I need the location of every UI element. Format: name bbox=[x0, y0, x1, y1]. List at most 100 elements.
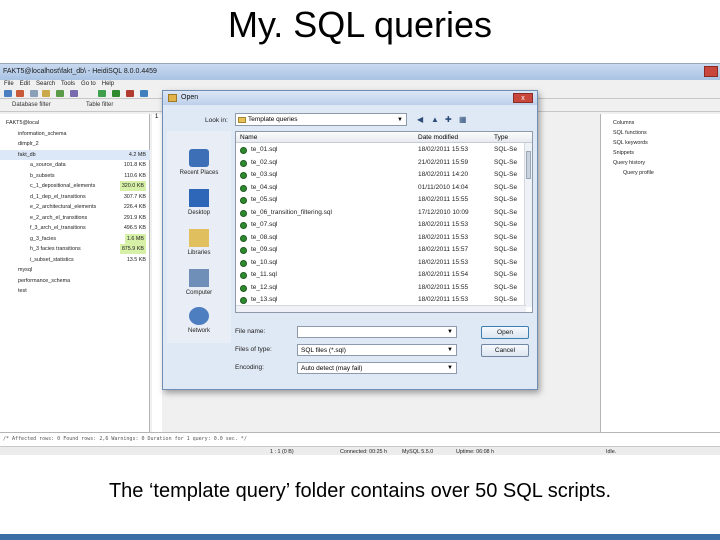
place-network[interactable]: Network bbox=[167, 307, 231, 334]
place-libraries[interactable]: Libraries bbox=[167, 229, 231, 256]
encoding-select[interactable]: Auto detect (may fail) ▼ bbox=[297, 362, 457, 374]
user-manager-icon[interactable] bbox=[70, 90, 78, 97]
column-name[interactable]: Name bbox=[240, 132, 257, 143]
tree-item[interactable]: e_2_arch_el_transitions 291.9 KB bbox=[0, 213, 150, 223]
window-close-icon[interactable] bbox=[704, 66, 718, 77]
tree-item[interactable]: FAKT5@local bbox=[0, 118, 150, 128]
disconnect-icon[interactable] bbox=[16, 90, 24, 97]
menu-item[interactable]: Tools bbox=[61, 81, 75, 87]
file-row[interactable]: te_05.sql 18/02/2011 15:55 SQL-Se bbox=[236, 194, 532, 207]
refresh-icon[interactable] bbox=[98, 90, 106, 97]
file-row[interactable]: te_08.sql 18/02/2011 15:53 SQL-Se bbox=[236, 232, 532, 245]
file-row[interactable]: te_03.sql 18/02/2011 14:20 SQL-Se bbox=[236, 169, 532, 182]
sql-file-icon bbox=[240, 184, 247, 192]
place-recent-places[interactable]: Recent Places bbox=[167, 149, 231, 176]
file-date: 18/02/2011 15:55 bbox=[418, 283, 469, 291]
menu-item[interactable]: Edit bbox=[20, 81, 30, 87]
tree-item[interactable]: b_subsets 110.6 KB bbox=[0, 171, 150, 181]
dialog-close-button[interactable]: x bbox=[513, 93, 533, 103]
table-filter-input[interactable]: Table filter bbox=[86, 102, 113, 108]
file-row[interactable]: te_01.sql 18/02/2011 15:53 SQL-Se bbox=[236, 144, 532, 157]
file-row[interactable]: te_10.sql 18/02/2011 15:53 SQL-Se bbox=[236, 257, 532, 270]
place-label: Recent Places bbox=[179, 170, 219, 176]
tree-item[interactable]: h_3 facies transitions 875.9 KB bbox=[0, 244, 150, 254]
menu-item[interactable]: File bbox=[4, 81, 14, 87]
tree-item[interactable]: dimplr_2 bbox=[0, 139, 150, 149]
file-row[interactable]: te_11.sql 18/02/2011 15:54 SQL-Se bbox=[236, 269, 532, 282]
run-query-icon[interactable] bbox=[112, 90, 120, 97]
view-menu-icon[interactable]: ▦ bbox=[459, 115, 467, 124]
tree-item[interactable]: d_1_dep_el_transitions 307.7 KB bbox=[0, 192, 150, 202]
column-date-modified[interactable]: Date modified bbox=[418, 132, 458, 143]
place-label: Libraries bbox=[187, 250, 211, 256]
file-name: te_10.sql bbox=[251, 258, 278, 266]
tree-item[interactable]: test bbox=[0, 286, 150, 296]
tree-item[interactable]: performance_schema bbox=[0, 276, 150, 286]
scroll-thumb[interactable] bbox=[526, 151, 531, 179]
file-row[interactable]: te_04.sql 01/11/2010 14:04 SQL-Se bbox=[236, 182, 532, 195]
look-in-select[interactable]: Template queries ▼ bbox=[235, 113, 407, 126]
tree-item[interactable]: f_3_arch_el_transitions 496.5 KB bbox=[0, 223, 150, 233]
file-type: SQL-Se bbox=[494, 183, 518, 191]
file-name: te_07.sql bbox=[251, 221, 278, 228]
menu-item[interactable]: Search bbox=[36, 81, 55, 87]
stop-icon[interactable] bbox=[126, 90, 134, 97]
menu-item[interactable]: Go to bbox=[81, 81, 96, 87]
up-folder-icon[interactable]: ▲ bbox=[431, 115, 439, 124]
help-icon[interactable] bbox=[140, 90, 148, 97]
place-computer[interactable]: Computer bbox=[167, 269, 231, 296]
file-row[interactable]: te_06_transition_filtering.sql 17/12/2010… bbox=[236, 207, 532, 220]
chevron-down-icon: ▼ bbox=[447, 329, 453, 335]
tree-item-size: 1.6 MB bbox=[124, 233, 146, 244]
vertical-scrollbar[interactable] bbox=[524, 143, 532, 307]
menu-item[interactable]: Help bbox=[102, 81, 114, 87]
new-folder-icon[interactable]: ✚ bbox=[445, 115, 452, 124]
file-row[interactable]: te_09.sql 18/02/2011 15:57 SQL-Se bbox=[236, 244, 532, 257]
helper-item[interactable]: Query profile bbox=[601, 168, 720, 178]
tree-item[interactable]: information_schema bbox=[0, 129, 150, 139]
file-type-select[interactable]: SQL files (*.sql) ▼ bbox=[297, 344, 457, 356]
sql-file-icon bbox=[240, 209, 247, 217]
open-button[interactable]: Open bbox=[481, 326, 529, 339]
encoding-value: Auto detect (may fail) bbox=[301, 365, 363, 372]
paste-icon[interactable] bbox=[42, 90, 50, 97]
file-name: te_05.sql bbox=[251, 196, 278, 203]
horizontal-scrollbar[interactable] bbox=[236, 305, 526, 312]
helper-item[interactable]: Query history bbox=[601, 158, 720, 168]
helper-item[interactable]: SQL keywords bbox=[601, 138, 720, 148]
tree-item[interactable]: fakt_db 4.2 MB bbox=[0, 149, 150, 160]
tree-item[interactable]: c_1_depositional_elements 320.0 KB bbox=[0, 181, 150, 191]
helper-item[interactable]: Columns bbox=[601, 118, 720, 128]
cancel-button[interactable]: Cancel bbox=[481, 344, 529, 357]
place-desktop[interactable]: Desktop bbox=[167, 189, 231, 216]
sql-file-icon bbox=[240, 159, 247, 167]
file-name-input[interactable]: ▼ bbox=[297, 326, 457, 338]
back-icon[interactable]: ◀ bbox=[417, 115, 423, 124]
query-editor[interactable]: 1 bbox=[152, 114, 162, 432]
file-date: 18/02/2011 15:53 bbox=[418, 258, 469, 266]
export-icon[interactable] bbox=[56, 90, 64, 97]
file-date: 17/12/2010 10:09 bbox=[418, 208, 469, 216]
file-row[interactable]: te_07.sql 18/02/2011 15:53 SQL-Se bbox=[236, 219, 532, 232]
helper-item[interactable]: SQL functions bbox=[601, 128, 720, 138]
tree-item[interactable]: mysql bbox=[0, 265, 150, 275]
tree-item-size: 13.5 KB bbox=[126, 256, 146, 263]
status-server: MySQL 5.5.0 bbox=[402, 449, 434, 455]
column-type[interactable]: Type bbox=[494, 132, 508, 143]
tree-item[interactable]: a_source_data 101.8 KB bbox=[0, 160, 150, 170]
tree-item-label: information_schema bbox=[18, 130, 67, 137]
file-row[interactable]: te_02.sql 21/02/2011 15:59 SQL-Se bbox=[236, 157, 532, 170]
tree-item-label: b_subsets bbox=[30, 172, 55, 179]
connect-icon[interactable] bbox=[4, 90, 12, 97]
tree-item[interactable]: e_2_architectural_elements 226.4 KB bbox=[0, 202, 150, 212]
file-type-value: SQL files (*.sql) bbox=[301, 347, 346, 354]
database-filter-input[interactable]: Database filter bbox=[12, 102, 51, 108]
helper-item[interactable]: Snippets bbox=[601, 148, 720, 158]
tree-item[interactable]: i_subset_statistics 13.5 KB bbox=[0, 255, 150, 265]
file-date: 18/02/2011 14:20 bbox=[418, 171, 469, 178]
status-position: 1 : 1 (0 B) bbox=[270, 449, 294, 455]
copy-icon[interactable] bbox=[30, 90, 38, 97]
file-row[interactable]: te_12.sql 18/02/2011 15:55 SQL-Se bbox=[236, 282, 532, 295]
file-name: te_04.sql bbox=[251, 183, 278, 191]
tree-item[interactable]: g_3_facies 1.6 MB bbox=[0, 233, 150, 244]
